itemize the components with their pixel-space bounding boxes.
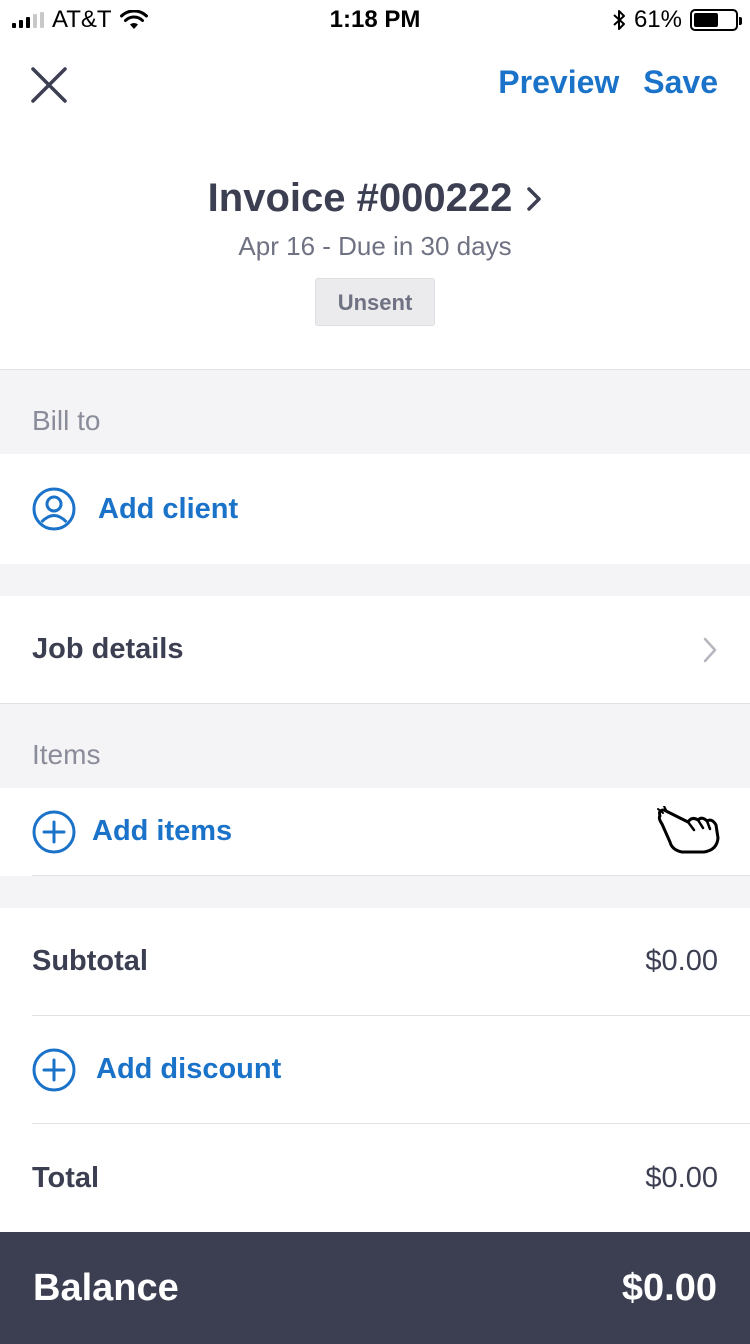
add-items-row[interactable]: Add items (0, 788, 750, 875)
bill-to-label: Bill to (32, 405, 101, 436)
battery-fill (693, 13, 719, 27)
total-row: Total $0.00 (0, 1124, 750, 1232)
nav-actions: Preview Save (498, 64, 718, 101)
add-discount-row[interactable]: Add discount (0, 1016, 750, 1123)
status-badge: Unsent (315, 278, 435, 326)
invoice-title-row[interactable]: Invoice #000222 (0, 176, 750, 221)
invoice-date-due: Apr 16 - Due in 30 days (238, 231, 512, 261)
subtotal-row: Subtotal $0.00 (0, 908, 750, 1015)
section-spacer (0, 876, 750, 908)
add-items-label: Add items (92, 815, 233, 847)
navbar: Preview Save (0, 50, 750, 120)
bill-to-section-header (0, 370, 750, 454)
job-details-label: Job details (32, 633, 184, 665)
user-icon (32, 487, 76, 531)
add-circle-icon (32, 1048, 76, 1091)
chevron-right-icon (527, 186, 542, 211)
add-discount-label: Add discount (96, 1053, 282, 1085)
save-button[interactable]: Save (643, 64, 718, 101)
add-circle-icon (32, 810, 76, 853)
add-client-row[interactable]: Add client (0, 454, 750, 564)
status-bar-right: 61% (478, 6, 742, 34)
preview-button[interactable]: Preview (498, 64, 619, 101)
close-icon[interactable] (28, 64, 70, 106)
status-bar-left: AT&T (12, 6, 272, 34)
wifi-icon (119, 10, 148, 29)
subtotal-label: Subtotal (32, 945, 148, 977)
balance-label: Balance (33, 1266, 179, 1309)
invoice-title: Invoice #000222 (207, 176, 513, 220)
items-section-header (0, 704, 750, 788)
add-client-label: Add client (98, 492, 239, 525)
bluetooth-icon (613, 10, 625, 30)
carrier-label: AT&T (52, 6, 112, 33)
invoice-header: Invoice #000222 Apr 16 - Due in 30 days … (0, 176, 750, 326)
signal-icon (12, 12, 44, 28)
section-spacer (0, 564, 750, 596)
battery-percent: 61% (633, 6, 682, 33)
status-bar: AT&T 1:18 PM 61% (0, 0, 750, 40)
clock-time: 1:18 PM (329, 6, 421, 33)
job-details-row[interactable]: Job details (0, 596, 750, 703)
subtotal-value: $0.00 (645, 945, 718, 977)
balance-bar: Balance $0.00 (0, 1232, 750, 1344)
balance-value: $0.00 (621, 1266, 717, 1309)
total-label: Total (32, 1161, 100, 1194)
battery-icon (689, 9, 742, 31)
total-value: $0.00 (645, 1161, 718, 1194)
items-label: Items (32, 739, 101, 770)
chevron-right-icon (703, 637, 717, 662)
pointing-hand-icon (657, 806, 720, 854)
